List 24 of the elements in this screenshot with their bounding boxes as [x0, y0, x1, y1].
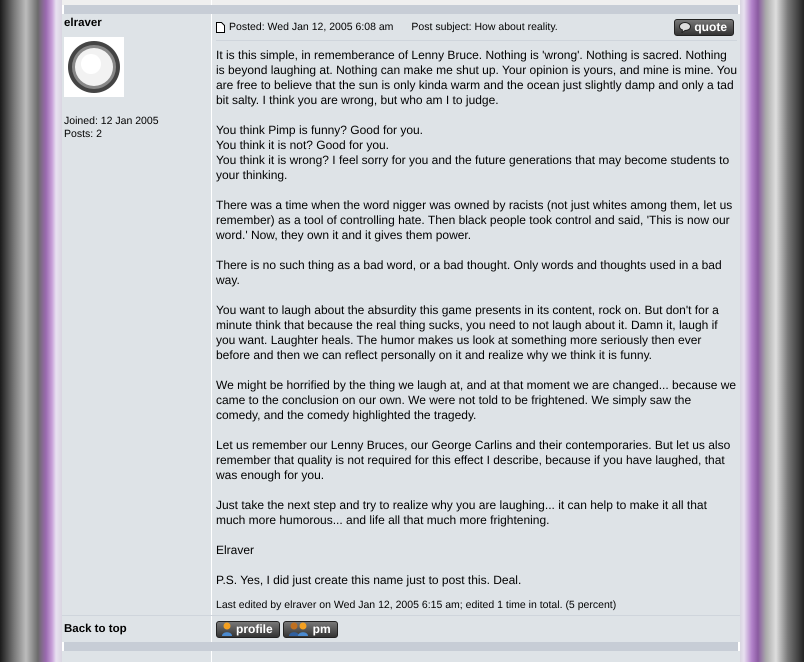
- edit-note: Last edited by elraver on Wed Jan 12, 2005 6:15 am; edited 1 time in total. (5 percent): [216, 599, 618, 611]
- post-count: Posts: 2: [64, 128, 103, 141]
- post-paragraph: Elraver: [216, 543, 256, 558]
- post-paragraph: Just take the next step and try to realize why you are laughing... it can help to make it all that much more humorous... and life all that much more frightening.: [216, 498, 708, 528]
- back-to-top-link[interactable]: Back to top: [64, 623, 127, 635]
- post-paragraph: Let us remember our Lenny Bruces, our George Carlins and their contemporaries. But let us also remember that quality is not required for this effect I describe, because if you have laughed, that was enough for you.: [216, 438, 732, 483]
- post-icon: [216, 22, 225, 32]
- post-date: Posted: Wed Jan 12, 2005 6:08 am: [229, 21, 394, 33]
- joined-date: Joined: 12 Jan 2005: [64, 115, 160, 128]
- post-paragraph: We might be horrified by the thing we laugh at, and at that moment we are changed... because we came to the conclusion on our own. We were not told to be frightened. We simply saw the comedy, and the comedy highlighted the tragedy.: [216, 378, 737, 423]
- post-paragraph: You want to laugh about the absurdity this game presents in its content, rock on. But don't for a minute think that because the real thing sucks, you need to not laugh about it. Damn it, laugh if you want. Laughter heals. The humor makes us look at something more seriously then ever before and then we can reflect personally on it and realize why we think it is funny.: [216, 303, 720, 363]
- quote-button[interactable]: quote: [674, 18, 734, 36]
- author-name[interactable]: elraver: [64, 17, 209, 29]
- profile-button[interactable]: profile: [216, 620, 280, 638]
- post-paragraph: You think Pimp is funny? Good for you. You think it is not? Good for you. You think it is wrong? I feel sorry for you and the future generations that may become students to your thinking.: [216, 123, 730, 183]
- users-icon: [288, 622, 310, 636]
- post-paragraph: There is no such thing as a bad word, or a bad thought. Only words and thoughts used in a bad way.: [216, 258, 723, 288]
- post-paragraph: It is this simple, in rememberance of Lenny Bruce. Nothing is 'wrong'. Nothing is sacred. Nothing is beyond laughing at. Nothing can make me shut up. Your opinion is yours, and mine is mine. You are free to believe that the sun is only kinda warm and the ocean just slightly damp and only a tad bit salty. I think you are wrong, but who am I to judge.: [216, 48, 737, 108]
- pm-button[interactable]: pm: [282, 620, 338, 638]
- post-paragraph: There was a time when the word nigger was owned by racists (not just whites among them, let us remember) as a tool of controlling hate. Then black people took control and said, 'This is now our word.' Now, they own it and it gives them power.: [216, 198, 734, 243]
- post-subject: Post subject: How about reality.: [411, 21, 558, 33]
- speech-bubble-icon: [679, 22, 692, 32]
- post-paragraph: P.S. Yes, I did just create this name just to post this. Deal.: [216, 573, 522, 588]
- user-icon: [221, 622, 233, 636]
